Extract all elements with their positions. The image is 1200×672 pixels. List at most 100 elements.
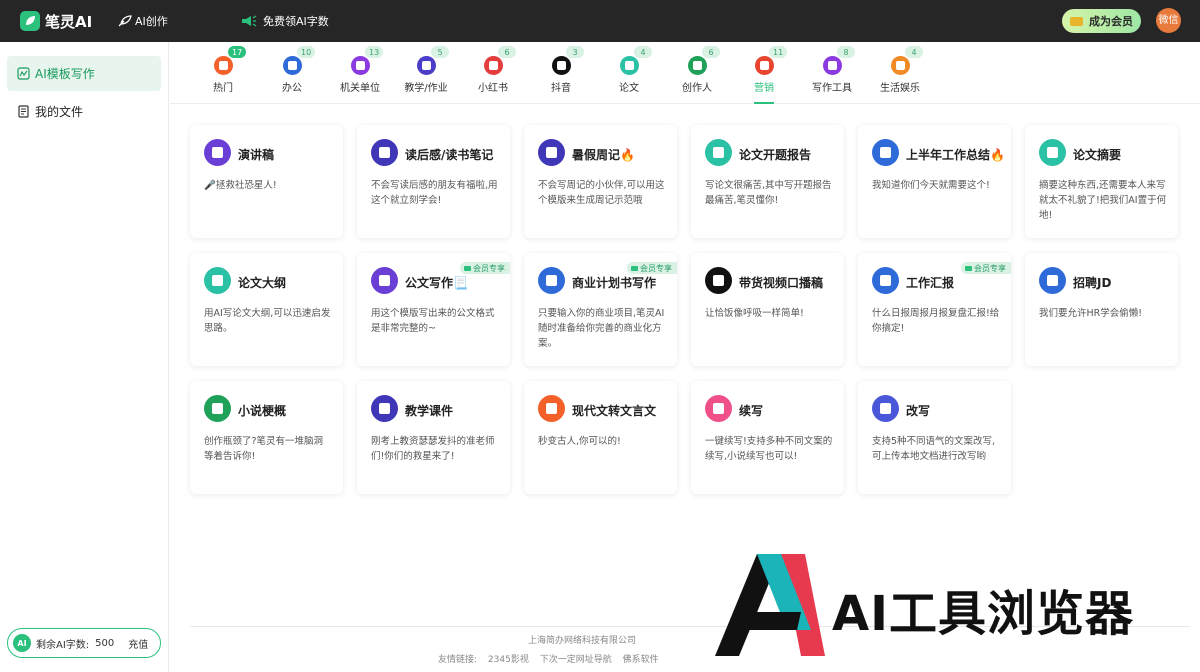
tab-label: 热门	[213, 83, 233, 94]
recharge-button[interactable]: 充值	[128, 636, 148, 651]
tiktok-icon	[551, 56, 571, 75]
pen-icon	[204, 395, 231, 422]
vip-only-label: 会员专享	[640, 263, 672, 273]
template-card-title: 现代文转文言文	[572, 404, 657, 418]
template-card-title: 论文大纲	[238, 276, 287, 290]
user-avatar[interactable]: 微信	[1156, 8, 1181, 33]
template-card[interactable]: 公文写作📃 用这个模版写出来的公文格式是非常完整的~ 会员专享	[357, 253, 510, 366]
template-card-description: 什么日报周报月报复盘汇报!给你搞定!	[872, 308, 1000, 334]
template-card[interactable]: 上半年工作总结🔥 我知道你们今天就需要这个!	[858, 125, 1011, 238]
tab-chart[interactable]: 11 营销	[730, 42, 798, 104]
template-card-description: 写论文很痛苦,其中写开题报告最痛苦,笔灵懂你!	[705, 180, 832, 206]
tab-fire[interactable]: 17 热门	[189, 42, 257, 104]
app-logo[interactable]: 笔灵AI	[20, 11, 116, 32]
sidebar-item-my-files[interactable]: 我的文件	[7, 94, 161, 129]
template-card[interactable]: 论文开题报告 写论文很痛苦,其中写开题报告最痛苦,笔灵懂你!	[691, 125, 844, 238]
footer-link[interactable]: 佛系软件	[623, 655, 659, 665]
template-card[interactable]: 工作汇报 什么日报周报月报复盘汇报!给你搞定! 会员专享	[858, 253, 1011, 366]
become-vip-button[interactable]: 成为会员	[1062, 9, 1141, 33]
nav-ai-create-label: AI创作	[135, 15, 168, 28]
briefcase-icon	[282, 56, 302, 75]
crown-icon	[631, 265, 638, 271]
template-card[interactable]: 演讲稿 🎤拯救社恐星人!	[190, 125, 343, 238]
tab-count-badge: 6	[498, 46, 516, 58]
template-card-description: 一键续写!支持多种不同文案的续写,小说续写也可以!	[705, 436, 833, 462]
template-card-description: 不会写读后感的朋友有福啦,用这个就立刻学会!	[371, 180, 498, 206]
star-icon	[350, 56, 370, 75]
tab-tiktok[interactable]: 3 抖音	[527, 42, 595, 104]
template-card-description: 只要输入你的商业项目,笔灵AI随时准备给你完善的商业化方案。	[538, 308, 665, 349]
template-card-description: 🎤拯救社恐星人!	[204, 180, 277, 191]
template-card-description: 用AI写论文大纲,可以迅速启发思路。	[204, 308, 331, 334]
document-icon	[1039, 139, 1066, 166]
nav-free-quota-label: 免费领AI字数	[263, 15, 329, 28]
template-card-title: 论文摘要	[1073, 148, 1122, 162]
vip-only-tag: 会员专享	[460, 262, 510, 274]
template-card[interactable]: 改写支持5种不同语气的文案改写,可上传本地文档进行改写哟	[858, 381, 1011, 494]
ai-quota-panel: AI 剩余AI字数: 500 充值	[7, 628, 161, 658]
template-card[interactable]: 论文摘要摘要这种东西,还需要本人来写就太不礼貌了!把我们AI置于何地!	[1025, 125, 1178, 238]
tab-count-badge: 6	[702, 46, 720, 58]
template-card[interactable]: 带货视频口播稿让恰饭像呼吸一样简单!	[691, 253, 844, 366]
template-card-description: 不会写周记的小伙伴,可以用这个模版来生成周记示范哦	[538, 180, 665, 206]
briefcase-icon	[538, 267, 565, 294]
tab-star[interactable]: 13 机关单位	[326, 42, 394, 104]
briefcase-icon	[1039, 267, 1066, 294]
tab-count-badge: 4	[634, 46, 652, 58]
template-card-title: 改写	[906, 404, 931, 418]
tab-tool[interactable]: 8 写作工具	[798, 42, 866, 104]
sidebar-item-label: AI模板写作	[35, 67, 95, 81]
template-card-title: 商业计划书写作	[572, 276, 657, 290]
template-card-title: 带货视频口播稿	[739, 276, 824, 290]
tab-xiaohongshu[interactable]: 6 小红书	[459, 42, 527, 104]
tab-graduation[interactable]: 5 教学/作业	[392, 42, 460, 104]
tab-label: 创作人	[682, 83, 712, 94]
nav-free-quota[interactable]: 免费领AI字数	[241, 13, 329, 29]
footer-link[interactable]: 下次一定网址导航	[540, 655, 612, 665]
template-card[interactable]: 论文大纲用AI写论文大纲,可以迅速启发思路。	[190, 253, 343, 366]
template-card[interactable]: 续写 一键续写!支持多种不同文案的续写,小说续写也可以!	[691, 381, 844, 494]
tab-hammer[interactable]: 4 生活娱乐	[866, 42, 934, 104]
ai-quota-value: 500	[95, 637, 115, 649]
tab-label: 写作工具	[812, 83, 852, 94]
xiaohongshu-icon	[483, 56, 503, 75]
template-card-description: 让恰饭像呼吸一样简单!	[705, 308, 804, 319]
template-card[interactable]: 招聘JD 我们要允许HR学会偷懒!	[1025, 253, 1178, 366]
crown-icon	[965, 265, 972, 271]
template-card-description: 秒变古人,你可以的!	[538, 436, 621, 447]
star-icon	[371, 267, 398, 294]
sidebar: AI模板写作 我的文件 AI 剩余AI字数: 500 充值	[0, 42, 169, 672]
template-card-title: 公文写作📃	[405, 276, 468, 290]
tab-pen[interactable]: 6 创作人	[663, 42, 731, 104]
vip-only-label: 会员专享	[473, 263, 505, 273]
sidebar-item-ai-template[interactable]: AI模板写作	[7, 56, 161, 91]
template-card-description: 摘要这种东西,还需要本人来写就太不礼貌了!把我们AI置于何地!	[1039, 180, 1167, 221]
tab-briefcase[interactable]: 10 办公	[258, 42, 326, 104]
tab-count-badge: 8	[837, 46, 855, 58]
template-card-description: 我知道你们今天就需要这个!	[872, 180, 990, 191]
tab-document[interactable]: 4 论文	[595, 42, 663, 104]
template-card[interactable]: 商业计划书写作只要输入你的商业项目,笔灵AI随时准备给你完善的商业化方案。 会员专…	[524, 253, 677, 366]
leaf-logo-icon	[20, 11, 40, 31]
graduation-icon	[371, 139, 398, 166]
template-card-description: 支持5种不同语气的文案改写,可上传本地文档进行改写哟	[872, 436, 996, 462]
top-bar: 笔灵AI AI创作 免费领AI字数	[0, 0, 1200, 42]
chart-icon	[754, 56, 774, 75]
template-card[interactable]: 小说梗概 创作瓶颈了?笔灵有一堆脑洞等着告诉你!	[190, 381, 343, 494]
rewrite-icon	[872, 395, 899, 422]
footer-link[interactable]: 2345影视	[488, 655, 529, 665]
template-card[interactable]: 现代文转文言文秒变古人,你可以的!	[524, 381, 677, 494]
template-card[interactable]: 教学课件 刚考上教资瑟瑟发抖的准老师们!你们的救星来了!	[357, 381, 510, 494]
tab-count-badge: 10	[297, 46, 316, 58]
watermark-text: AI工具浏览器	[832, 586, 1135, 642]
template-card[interactable]: 暑假周记🔥 不会写周记的小伙伴,可以用这个模版来生成周记示范哦	[524, 125, 677, 238]
nav-ai-create[interactable]: AI创作	[118, 13, 241, 29]
template-card-description: 用这个模版写出来的公文格式是非常完整的~	[371, 308, 495, 334]
document-icon	[705, 139, 732, 166]
continue-icon	[705, 395, 732, 422]
template-card[interactable]: 读后感/读书笔记 不会写读后感的朋友有福啦,用这个就立刻学会!	[357, 125, 510, 238]
template-card-description: 刚考上教资瑟瑟发抖的准老师们!你们的救星来了!	[371, 436, 495, 462]
tab-count-badge: 3	[566, 46, 584, 58]
briefcase-icon	[872, 139, 899, 166]
file-icon	[18, 105, 29, 118]
